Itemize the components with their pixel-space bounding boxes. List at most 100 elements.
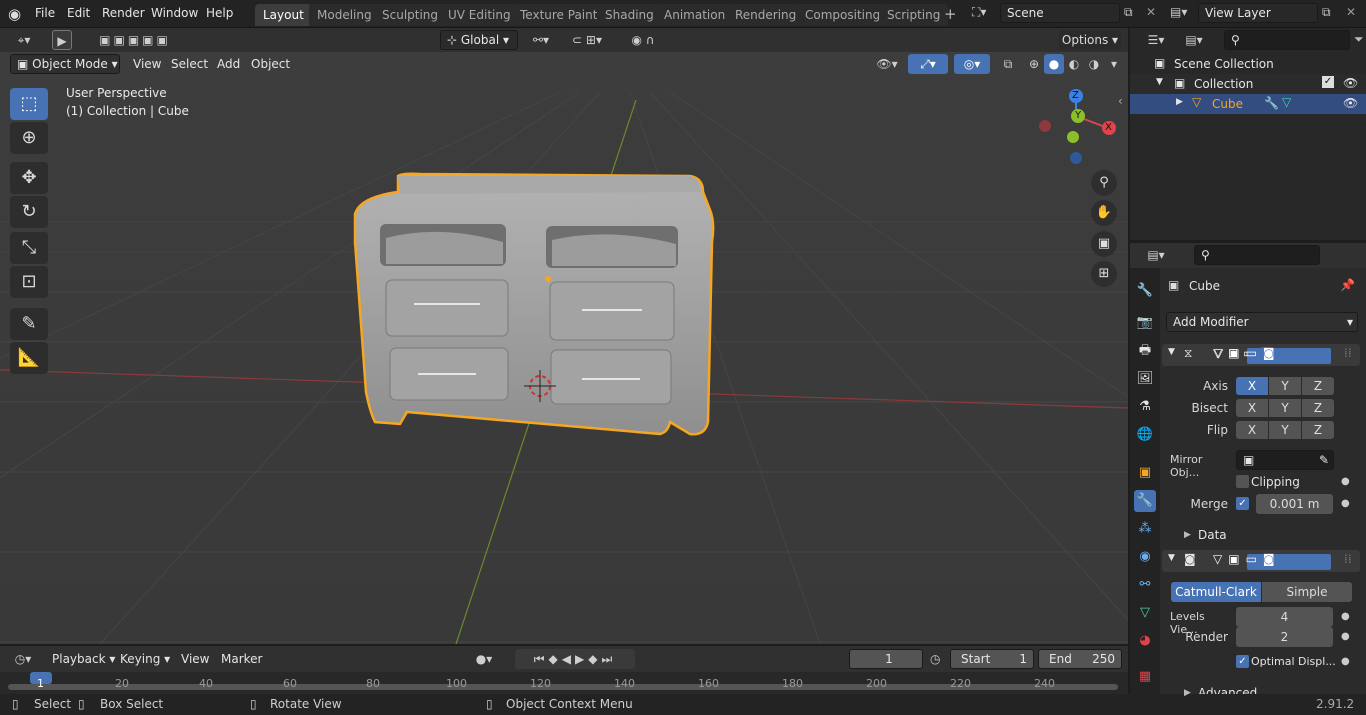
catmull-clark-button[interactable]: Catmull-Clark <box>1171 582 1261 602</box>
view-layer-field[interactable]: View Layer <box>1198 3 1318 23</box>
select-box-tool[interactable]: ⬚ <box>10 88 48 120</box>
tab-layout[interactable]: Layout <box>255 4 312 26</box>
transform-tool[interactable]: ⊡ <box>10 266 48 298</box>
filter-icon[interactable]: ⏷ <box>1354 32 1364 47</box>
material-tab-icon[interactable]: ◕ <box>1134 630 1156 652</box>
collapse-icon[interactable]: ▼ <box>1168 347 1175 357</box>
measure-tool[interactable]: 📐 <box>10 342 48 374</box>
render-levels-field[interactable]: 2 <box>1236 627 1333 647</box>
transform-orientation-dropdown[interactable]: ⊹ Global ▾ <box>440 30 518 50</box>
proportional-edit-icon[interactable]: ◉ ∩ <box>618 30 668 50</box>
scene-name-field[interactable]: Scene <box>1000 3 1120 23</box>
scale-tool[interactable]: ⤡ <box>10 232 48 264</box>
data-tab-icon[interactable]: ▽ <box>1134 602 1156 624</box>
tab-texture-paint[interactable]: Texture Paint <box>512 4 606 26</box>
world-tab-icon[interactable]: 🌐 <box>1134 424 1156 446</box>
end-frame-field[interactable]: End 250 <box>1038 649 1122 669</box>
rendered-shading-icon[interactable]: ◑ <box>1084 54 1104 74</box>
simple-button[interactable]: Simple <box>1262 582 1352 602</box>
start-frame-field[interactable]: Start 1 <box>950 649 1034 669</box>
preview-range-icon[interactable]: ◷ <box>930 652 940 666</box>
xray-icon[interactable]: ⧉ <box>998 54 1018 74</box>
menu-edit[interactable]: Edit <box>67 6 90 20</box>
scene-collection-row[interactable]: ▣ Scene Collection <box>1130 54 1366 74</box>
menu-window[interactable]: Window <box>151 6 198 20</box>
levels-viewport-field[interactable]: 4 <box>1236 607 1333 627</box>
bisect-axis-y[interactable]: Y <box>1269 399 1301 417</box>
new-scene-icon[interactable]: ⧉ <box>1124 5 1133 20</box>
pin-icon[interactable]: 📌 <box>1340 278 1355 292</box>
data-expand-icon[interactable]: ▶ <box>1184 530 1191 540</box>
menu-file[interactable]: File <box>35 6 55 20</box>
close-view-layer-icon[interactable]: ✕ <box>1346 5 1356 19</box>
viewport-menu-add[interactable]: Add <box>217 57 240 71</box>
shading-options-icon[interactable]: ▾ <box>1104 54 1124 74</box>
editor-type-icon[interactable]: ⌖▾ <box>8 30 40 50</box>
keyframe-dot-icon[interactable]: ● <box>1341 656 1350 667</box>
zoom-icon[interactable]: ⚲ <box>1091 170 1117 196</box>
add-modifier-dropdown[interactable]: Add Modifier ▾ <box>1166 312 1358 332</box>
flip-axis-x[interactable]: X <box>1236 421 1268 439</box>
camera-view-icon[interactable]: ▣ <box>1091 231 1117 257</box>
new-view-layer-icon[interactable]: ⧉ <box>1322 5 1331 20</box>
tool-tab-icon[interactable]: 🔧 <box>1134 280 1156 302</box>
keyframe-dot-icon[interactable]: ● <box>1341 611 1350 622</box>
object-tab-icon[interactable]: ▣ <box>1134 462 1156 484</box>
drag-handle-icon[interactable]: ⁞⁞ <box>1344 552 1352 566</box>
playback-controls-icon[interactable]: ⏮◆◀▶◆⏭ <box>515 649 635 669</box>
wireframe-shading-icon[interactable]: ⊕ <box>1024 54 1044 74</box>
keyframe-dot-icon[interactable]: ● <box>1341 476 1350 487</box>
flip-axis-z[interactable]: Z <box>1302 421 1334 439</box>
annotate-tool[interactable]: ✎ <box>10 308 48 340</box>
solid-shading-icon[interactable]: ● <box>1044 54 1064 74</box>
subsurf-toggle-icons[interactable]: ▽▣▭◙ <box>1213 552 1333 572</box>
material-shading-icon[interactable]: ◐ <box>1064 54 1084 74</box>
viewport-menu-object[interactable]: Object <box>251 57 290 71</box>
select-tool-icon[interactable]: ▶ <box>52 30 72 50</box>
advanced-expand-icon[interactable]: ▶ <box>1184 688 1191 698</box>
mirror-axis-y[interactable]: Y <box>1269 377 1301 395</box>
expand-icon[interactable]: ▶ <box>1176 97 1183 107</box>
outliner-editor-type-icon[interactable]: ☰▾ <box>1140 30 1172 50</box>
particles-tab-icon[interactable]: ⁂ <box>1134 518 1156 540</box>
display-mode-icon[interactable]: ▤▾ <box>1178 30 1210 50</box>
mirror-toggle-icons[interactable]: ▽▣▭◙ <box>1213 346 1333 366</box>
tab-uv-editing[interactable]: UV Editing <box>440 4 519 26</box>
mirror-axis-x[interactable]: X <box>1236 377 1268 395</box>
constraints-tab-icon[interactable]: ⚯ <box>1134 574 1156 596</box>
timeline-view-menu[interactable]: View <box>181 652 209 666</box>
tab-scripting[interactable]: Scripting <box>879 4 949 26</box>
move-tool[interactable]: ✥ <box>10 162 48 194</box>
scene-icon[interactable]: ⛶▾ <box>972 5 986 20</box>
expand-icon[interactable]: ▼ <box>1156 77 1163 87</box>
collapse-icon[interactable]: ▼ <box>1168 553 1175 563</box>
tab-sculpting[interactable]: Sculpting <box>374 4 447 26</box>
rotate-tool[interactable]: ↻ <box>10 196 48 228</box>
advanced-subpanel-label[interactable]: Advanced <box>1198 686 1257 694</box>
add-workspace-icon[interactable]: + <box>944 5 957 23</box>
close-scene-icon[interactable]: ✕ <box>1146 5 1156 19</box>
tab-shading[interactable]: Shading <box>597 4 662 26</box>
bisect-axis-z[interactable]: Z <box>1302 399 1334 417</box>
perspective-toggle-icon[interactable]: ⊞ <box>1091 261 1117 287</box>
pan-hand-icon[interactable]: ✋ <box>1091 200 1117 226</box>
mirror-object-field[interactable]: ▣ ✎ <box>1236 450 1334 470</box>
outliner-search-input[interactable]: ⚲ <box>1224 30 1350 50</box>
visibility-icon[interactable]: 👁▾ <box>872 54 902 74</box>
view-layer-tab-icon[interactable]: 🖼 <box>1134 368 1156 390</box>
viewport-menu-view[interactable]: View <box>133 57 161 71</box>
select-mode-icons[interactable]: ▣▣▣▣▣ <box>88 30 182 50</box>
viewport-menu-select[interactable]: Select <box>171 57 208 71</box>
keyframe-dot-icon[interactable]: ● <box>1341 498 1350 509</box>
3d-viewport[interactable]: User Perspective (1) Collection | Cube Z… <box>0 52 1128 644</box>
merge-distance-field[interactable]: 0.001 m <box>1256 494 1333 514</box>
mirror-axis-z[interactable]: Z <box>1302 377 1334 395</box>
data-subpanel-label[interactable]: Data <box>1198 528 1227 542</box>
overlay-toggle-icon[interactable]: ◎▾ <box>954 54 990 74</box>
texture-tab-icon[interactable]: ▦ <box>1134 666 1156 688</box>
timeline-marker-menu[interactable]: Marker <box>221 652 262 666</box>
tab-compositing[interactable]: Compositing <box>797 4 889 26</box>
keyframe-record-icon[interactable]: ●▾ <box>470 649 498 669</box>
cursor-tool[interactable]: ⊕ <box>10 122 48 154</box>
flip-axis-y[interactable]: Y <box>1269 421 1301 439</box>
